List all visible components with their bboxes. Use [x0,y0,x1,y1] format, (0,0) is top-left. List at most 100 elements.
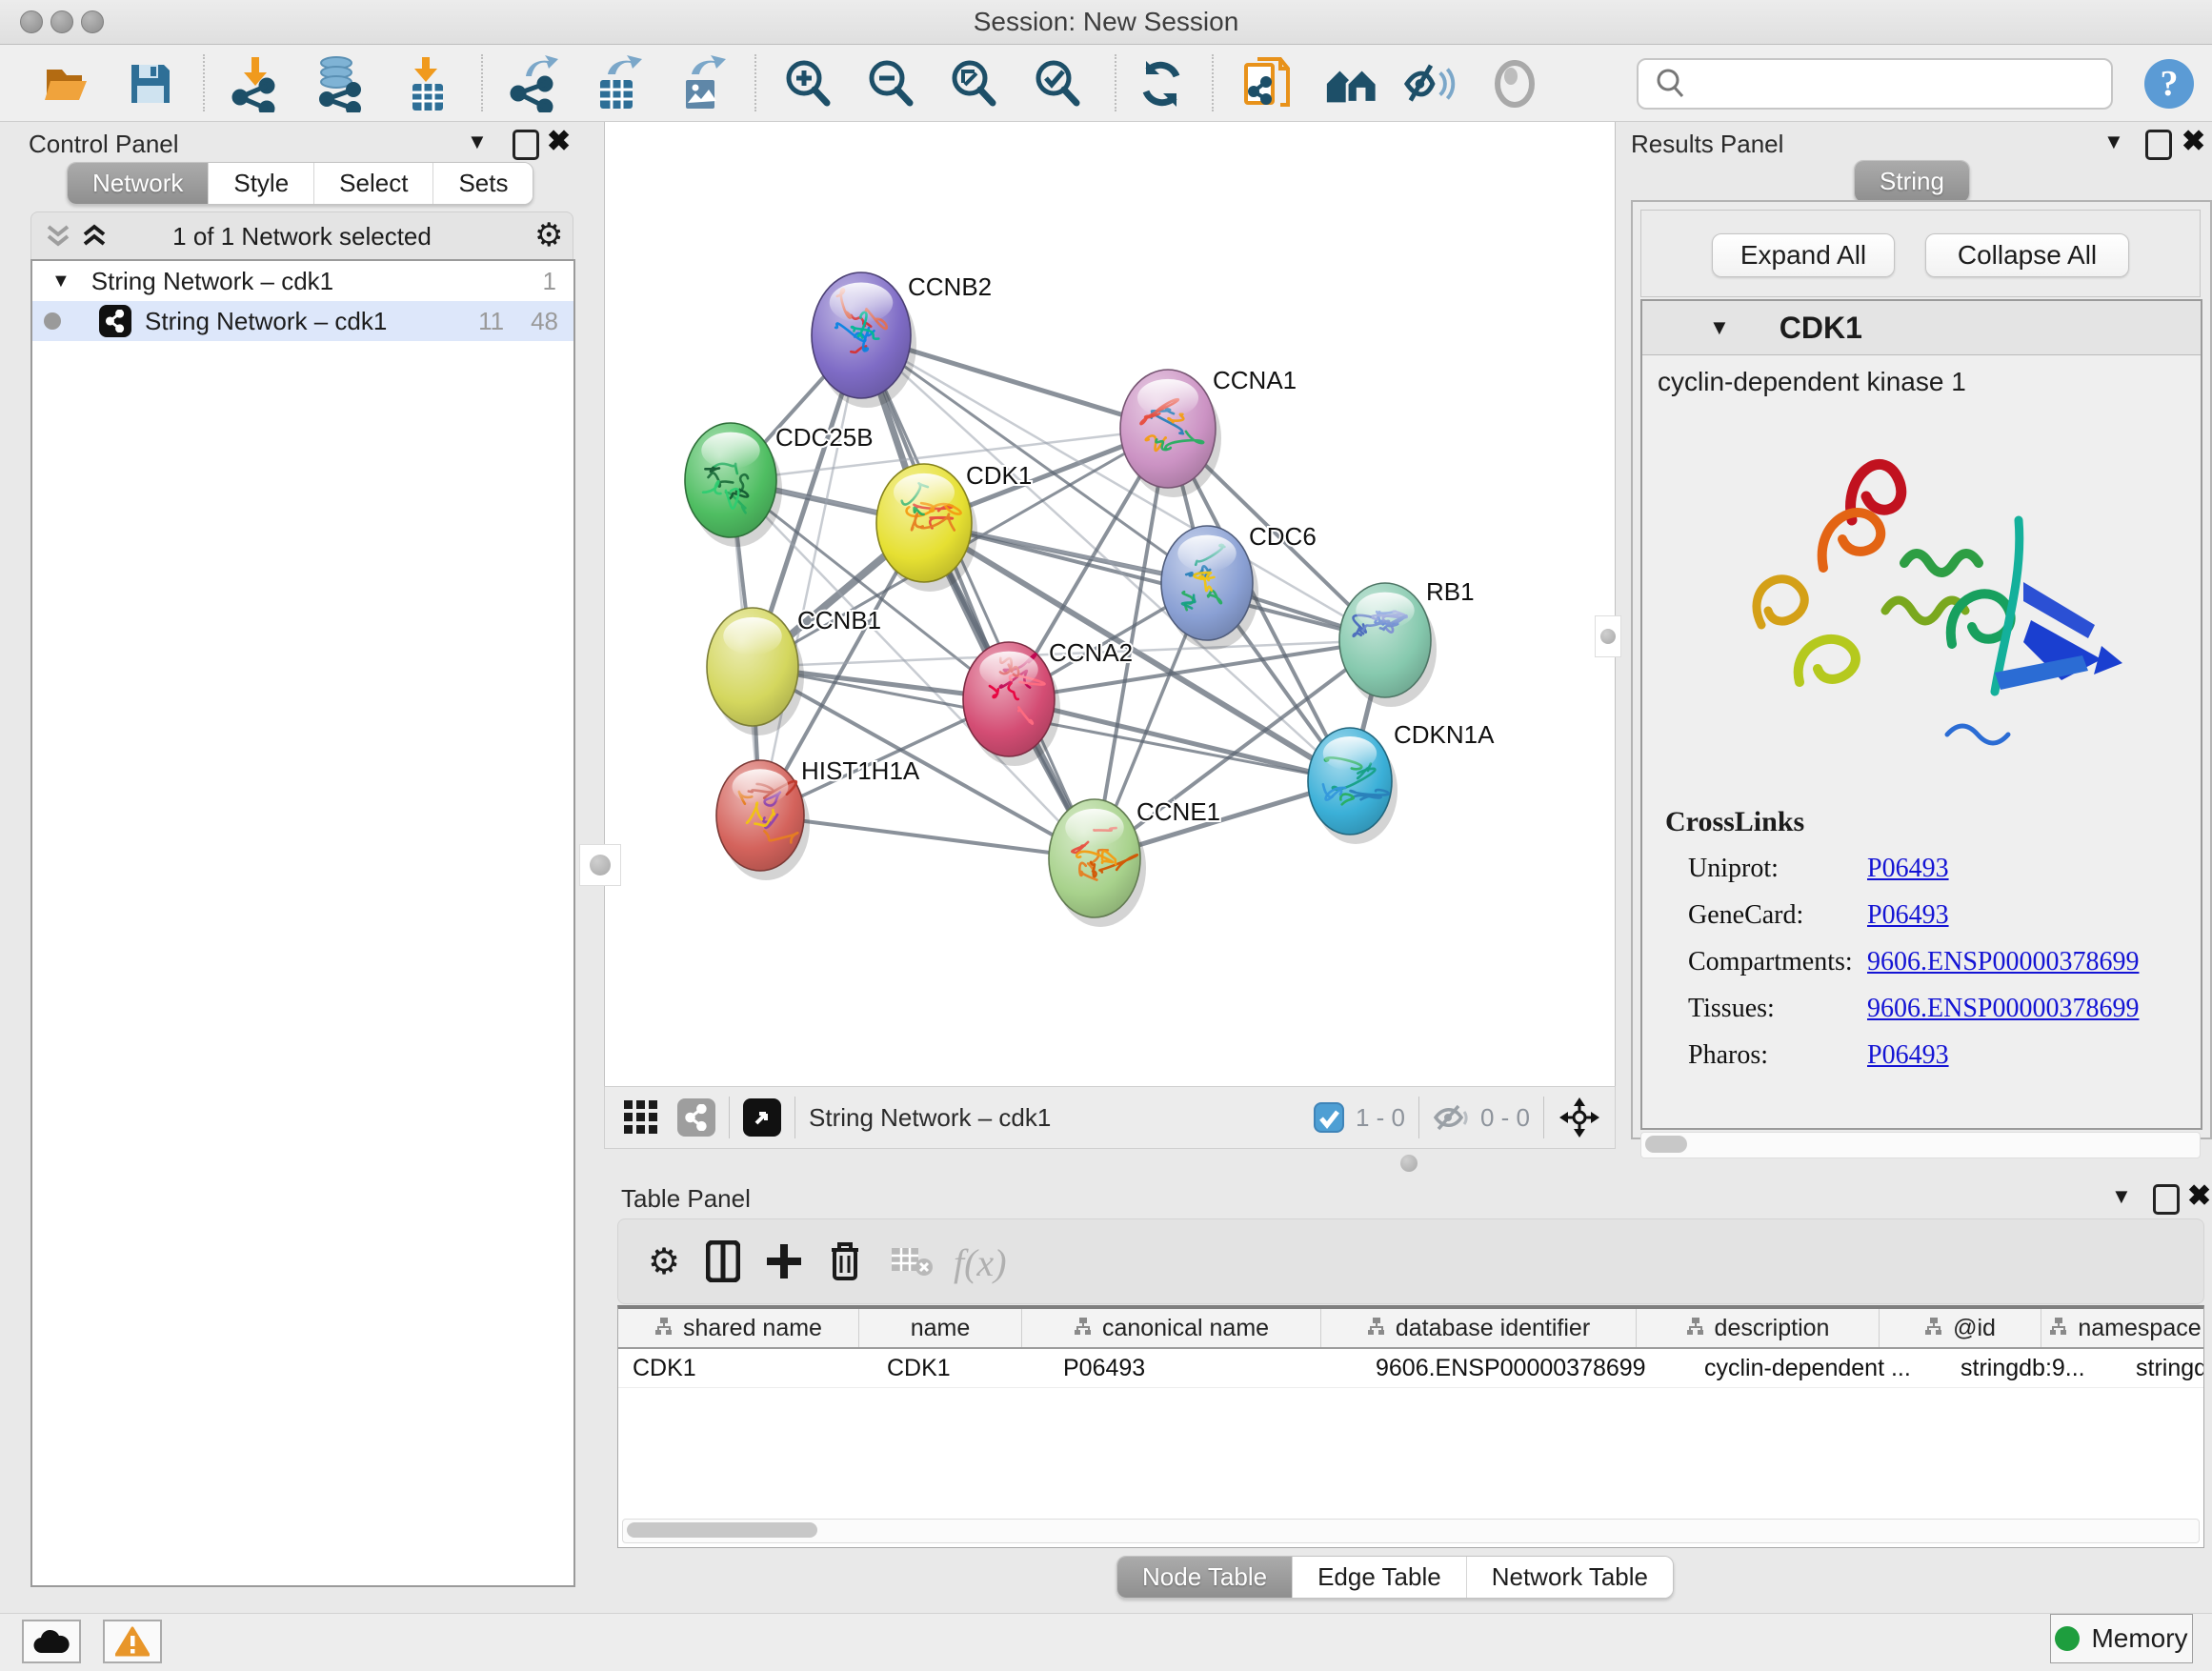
help-icon[interactable]: ? [2142,56,2197,111]
pan-crosshair-icon[interactable] [1558,1096,1601,1139]
window-title: Session: New Session [0,0,2212,44]
network-row[interactable]: String Network – cdk1 11 48 [32,301,573,341]
warning-status-button[interactable] [103,1620,162,1663]
gene-description: cyclin-dependent kinase 1 [1642,355,2201,397]
tab-edge-table[interactable]: Edge Table [1293,1557,1467,1598]
control-panel-close-icon[interactable]: ✖ [547,128,571,156]
column-header-canonical-name[interactable]: canonical name [1022,1309,1321,1347]
zoom-in-icon[interactable] [780,56,835,111]
control-panel-float-icon[interactable] [513,130,539,160]
crosslink-link[interactable]: P06493 [1867,854,1949,884]
expand-all-button[interactable]: Expand All [1712,233,1895,277]
delete-column-icon[interactable] [820,1237,870,1286]
export-table-icon[interactable] [590,56,645,111]
collection-label: String Network – cdk1 [91,267,333,296]
zoom-selected-icon[interactable] [1030,56,1085,111]
network-node[interactable] [1339,583,1437,707]
crosslink-link[interactable]: P06493 [1867,900,1949,931]
protein-structure-image [1709,406,2138,777]
table-panel-menu-icon[interactable]: ▼ [2111,1186,2132,1207]
table-cell: P06493 [1049,1349,1361,1387]
zoom-out-icon[interactable] [863,56,918,111]
column-header-database-identifier[interactable]: database identifier [1321,1309,1637,1347]
bottom-splitter-handle[interactable] [1397,1153,1421,1174]
tab-node-table[interactable]: Node Table [1117,1557,1293,1598]
table-scrollbar-thumb[interactable] [627,1522,817,1538]
import-network-file-icon[interactable] [228,56,283,111]
network-node[interactable] [707,608,804,735]
tab-network-table[interactable]: Network Table [1467,1557,1673,1598]
tab-select[interactable]: Select [314,163,433,204]
export-image-icon[interactable] [674,56,729,111]
network-node[interactable] [963,642,1060,766]
column-header-namespace[interactable]: namespace [2041,1309,2204,1347]
import-network-database-icon[interactable] [312,56,367,111]
refresh-icon[interactable] [1134,56,1189,111]
network-overview-icon[interactable] [677,1098,715,1137]
memory-label: Memory [2091,1623,2187,1654]
clone-network-icon[interactable] [1239,56,1295,111]
left-splitter-handle[interactable] [579,844,621,886]
memory-button[interactable]: Memory [2050,1614,2193,1663]
open-session-icon[interactable] [39,56,94,111]
results-panel-float-icon[interactable] [2145,130,2172,160]
delete-table-icon[interactable] [887,1237,936,1286]
collection-collapse-icon[interactable]: ▼ [51,271,70,292]
hidden-eye-icon[interactable] [1433,1103,1471,1132]
cloud-status-button[interactable] [22,1620,81,1663]
hide-selected-icon[interactable] [1403,56,1458,111]
table-horizontal-scrollbar[interactable] [622,1519,2200,1543]
right-splitter-handle[interactable] [1595,615,1621,657]
table-panel-float-icon[interactable] [2153,1184,2180,1215]
network-node[interactable] [1049,799,1146,927]
network-collection-row[interactable]: ▼ String Network – cdk1 1 [32,261,573,301]
function-builder-icon[interactable]: f(x) [954,1240,1007,1285]
show-graphics-details-icon[interactable] [1487,56,1542,111]
network-node[interactable] [1308,728,1398,844]
search-input[interactable] [1690,69,2111,100]
results-panel-close-icon[interactable]: ✖ [2182,128,2205,156]
network-options-gear-icon[interactable]: ⚙ [534,216,563,254]
grid-view-icon[interactable] [622,1098,660,1137]
fit-content-icon[interactable] [946,56,1001,111]
show-columns-icon[interactable] [698,1237,748,1286]
crosslink-link[interactable]: 9606.ENSP00000378699 [1867,994,2139,1024]
add-column-icon[interactable] [759,1237,809,1286]
gene-card-header[interactable]: ▼ CDK1 [1642,301,2201,355]
export-network-icon[interactable] [506,56,561,111]
column-header-shared-name[interactable]: shared name [618,1309,859,1347]
tab-style[interactable]: Style [209,163,314,204]
network-node[interactable] [1161,526,1258,650]
network-node[interactable] [716,760,810,880]
search-bar[interactable] [1637,58,2113,110]
network-view-canvas[interactable]: CCNB2CCNA1CDC25BCDK1CDC6RB1CCNB1CCNA2CDK… [604,122,1616,1086]
crosslink-link[interactable]: 9606.ENSP00000378699 [1867,947,2139,977]
collapse-all-button[interactable]: Collapse All [1925,233,2129,277]
column-header--id[interactable]: @id [1880,1309,2041,1347]
first-neighbors-icon[interactable] [1323,56,1378,111]
control-panel-menu-icon[interactable]: ▼ [467,131,488,152]
network-node[interactable] [1120,370,1221,497]
crosslink-link[interactable]: P06493 [1867,1040,1949,1071]
selected-checkbox-icon[interactable] [1314,1102,1344,1133]
network-graph[interactable]: CCNB2CCNA1CDC25BCDK1CDC6RB1CCNB1CCNA2CDK… [605,122,1615,1086]
tab-string[interactable]: String [1855,161,1969,202]
gene-collapse-icon[interactable]: ▼ [1709,315,1730,340]
table-row[interactable]: CDK1CDK1P064939606.ENSP00000378699cyclin… [618,1349,2203,1388]
network-node[interactable] [812,272,916,408]
results-scrollbar-thumb[interactable] [1645,1136,1687,1153]
table-panel-close-icon[interactable]: ✖ [2187,1182,2211,1211]
save-session-icon[interactable] [123,56,178,111]
node-label: CCNA1 [1213,366,1297,394]
results-panel-menu-icon[interactable]: ▼ [2103,131,2124,152]
tab-sets[interactable]: Sets [433,163,533,204]
detach-view-icon[interactable] [743,1098,781,1137]
table-settings-icon[interactable]: ⚙ [639,1237,689,1286]
network-node[interactable] [876,464,977,592]
import-table-file-icon[interactable] [399,56,454,111]
results-horizontal-scrollbar[interactable] [1640,1132,2201,1158]
tab-network[interactable]: Network [68,163,209,204]
column-header-name[interactable]: name [859,1309,1022,1347]
column-header-description[interactable]: description [1637,1309,1880,1347]
table-toolbar: ⚙ f(x) [617,1218,2204,1304]
